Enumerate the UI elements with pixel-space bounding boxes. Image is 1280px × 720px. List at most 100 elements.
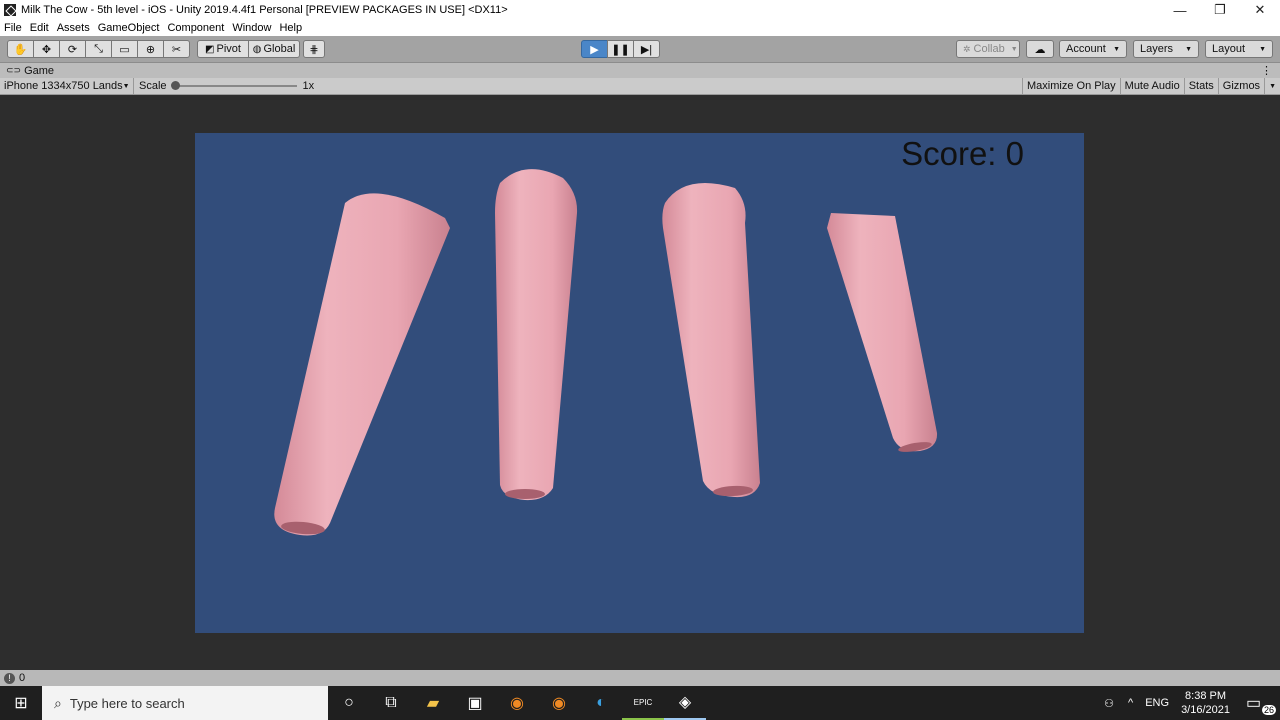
- chevron-down-icon: ▼: [1259, 45, 1266, 53]
- console-count: 0: [19, 672, 26, 684]
- restore-icon[interactable]: ❐: [1200, 0, 1240, 20]
- epic-games-icon[interactable]: EPIC: [622, 686, 664, 720]
- tab-game[interactable]: ⊂⊃ Game: [0, 65, 54, 77]
- game-tab-bar: ⊂⊃ Game ⋮: [0, 62, 1280, 78]
- system-tray: ⚇ ^ ENG 8:38 PM 3/16/2021 ▭ 26: [1104, 689, 1280, 717]
- menu-component[interactable]: Component: [163, 22, 228, 34]
- store-icon[interactable]: ▣: [454, 686, 496, 720]
- layout-dropdown[interactable]: Layout ▼: [1205, 40, 1273, 58]
- search-placeholder: Type here to search: [69, 695, 185, 711]
- menu-edit[interactable]: Edit: [26, 22, 53, 34]
- score-label: Score: 0: [901, 135, 1024, 172]
- console-status-bar: ! 0: [0, 670, 1280, 686]
- menu-window[interactable]: Window: [228, 22, 275, 34]
- layers-dropdown[interactable]: Layers ▼: [1133, 40, 1199, 58]
- clock-date: 3/16/2021: [1181, 704, 1230, 716]
- taskbar-search-box[interactable]: ⌕ Type here to search: [42, 686, 328, 720]
- cow-teat-4[interactable]: [827, 213, 938, 452]
- menu-bar: File Edit Assets GameObject Component Wi…: [0, 20, 1280, 36]
- cow-teat-2-tip: [505, 489, 545, 499]
- move-tool-icon[interactable]: ✥: [33, 40, 60, 58]
- game-view-options: iPhone 1334x750 Lands ▼ Scale 1x Maximiz…: [0, 77, 1280, 95]
- task-view-icon[interactable]: ⧉: [370, 686, 412, 720]
- maximize-on-play-toggle[interactable]: Maximize On Play: [1022, 77, 1120, 95]
- collab-dropdown[interactable]: ✲ Collab ▼: [956, 40, 1020, 58]
- account-label: Account: [1066, 43, 1106, 55]
- minimize-icon[interactable]: —: [1160, 0, 1200, 20]
- tab-menu-icon[interactable]: ⋮: [1261, 64, 1272, 77]
- cloud-icon[interactable]: ☁: [1026, 40, 1054, 58]
- scale-tool-icon[interactable]: ⤡: [85, 40, 112, 58]
- scale-value: 1x: [302, 80, 315, 92]
- menu-help[interactable]: Help: [275, 22, 306, 34]
- cow-teat-1[interactable]: [274, 193, 450, 536]
- game-viewport: Score: 0: [0, 95, 1280, 670]
- snap-settings-icon[interactable]: ⋕: [303, 40, 325, 58]
- windows-start-icon[interactable]: ⊞: [0, 686, 42, 720]
- game-view-toggles: Maximize On Play Mute Audio Stats Gizmos…: [1022, 77, 1280, 95]
- global-label: Global: [263, 43, 296, 55]
- account-dropdown[interactable]: Account ▼: [1059, 40, 1127, 58]
- notifications-icon[interactable]: ▭ 26: [1246, 693, 1276, 715]
- clock[interactable]: 8:38 PM 3/16/2021: [1181, 689, 1230, 717]
- resolution-dropdown[interactable]: iPhone 1334x750 Lands ▼: [0, 77, 134, 95]
- blender-icon[interactable]: ◉: [496, 686, 538, 720]
- mute-audio-toggle[interactable]: Mute Audio: [1119, 77, 1184, 95]
- scale-slider-track: [172, 85, 297, 87]
- gamepad-icon: ⊂⊃: [6, 65, 22, 75]
- step-button[interactable]: ▶|: [633, 40, 660, 58]
- globe-icon: ◍: [252, 43, 262, 55]
- unity-app-icon: [4, 4, 16, 16]
- menu-gameobject[interactable]: GameObject: [94, 22, 164, 34]
- chevron-down-icon: ▼: [1185, 45, 1192, 53]
- resolution-label: iPhone 1334x750 Lands: [4, 80, 123, 92]
- hand-tool-icon[interactable]: ✋: [7, 40, 34, 58]
- window-titlebar: Milk The Cow - 5th level - iOS - Unity 2…: [0, 0, 1280, 20]
- game-canvas[interactable]: Score: 0: [195, 133, 1084, 633]
- menu-file[interactable]: File: [0, 22, 26, 34]
- collab-label: Collab: [973, 43, 1005, 55]
- transform-tool-icon[interactable]: ⊕: [137, 40, 164, 58]
- scale-slider[interactable]: [170, 80, 297, 92]
- windows-taskbar: ⊞ ⌕ Type here to search ○ ⧉ ▰ ▣ ◉ ◉ ◐ EP…: [0, 686, 1280, 720]
- scale-slider-thumb[interactable]: [170, 81, 180, 90]
- people-icon[interactable]: ⚇: [1104, 697, 1114, 710]
- blender-2-icon[interactable]: ◉: [538, 686, 580, 720]
- play-button[interactable]: ▶: [581, 40, 608, 58]
- chevron-down-icon: ▼: [1113, 45, 1120, 53]
- cortana-icon[interactable]: ○: [328, 686, 370, 720]
- global-button[interactable]: ◍ Global: [248, 40, 300, 58]
- layout-label: Layout: [1212, 43, 1246, 55]
- edge-icon[interactable]: ◐: [580, 686, 622, 720]
- file-explorer-icon[interactable]: ▰: [412, 686, 454, 720]
- stats-toggle[interactable]: Stats: [1183, 77, 1218, 95]
- window-title: Milk The Cow - 5th level - iOS - Unity 2…: [21, 4, 508, 16]
- close-icon[interactable]: ✕: [1240, 0, 1280, 20]
- language-indicator[interactable]: ENG: [1145, 697, 1169, 709]
- menu-assets[interactable]: Assets: [53, 22, 94, 34]
- custom-tool-icon[interactable]: ✂: [163, 40, 190, 58]
- layers-label: Layers: [1140, 43, 1174, 55]
- pivot-button[interactable]: ◩ Pivot: [197, 40, 249, 58]
- gizmos-toggle[interactable]: Gizmos: [1217, 77, 1264, 95]
- cow-teat-2[interactable]: [495, 169, 578, 501]
- rect-tool-icon[interactable]: ▭: [111, 40, 138, 58]
- main-toolbar: ✋ ✥ ⟳ ⤡ ▭ ⊕ ✂ ◩ Pivot ◍ Global ⋕ ▶ ❚❚ ▶|…: [0, 36, 1280, 62]
- gizmos-chevron-down-icon[interactable]: ▼: [1264, 77, 1280, 95]
- chevron-down-icon: ▼: [1010, 45, 1018, 53]
- transform-tools: ✋ ✥ ⟳ ⤡ ▭ ⊕ ✂: [7, 40, 190, 58]
- pause-button[interactable]: ❚❚: [607, 40, 634, 58]
- cow-teat-3[interactable]: [662, 183, 760, 498]
- unity-taskbar-icon[interactable]: ◈: [664, 686, 706, 720]
- rotate-tool-icon[interactable]: ⟳: [59, 40, 86, 58]
- pivot-icon: ◩: [205, 43, 215, 55]
- collab-icon: ✲: [963, 43, 971, 54]
- clock-time: 8:38 PM: [1185, 690, 1227, 702]
- playback-controls: ▶ ❚❚ ▶|: [581, 40, 660, 58]
- tab-game-label: Game: [24, 64, 55, 77]
- search-icon: ⌕: [54, 694, 62, 711]
- notification-count: 26: [1261, 705, 1276, 715]
- scale-label: Scale: [139, 80, 167, 92]
- pivot-label: Pivot: [216, 43, 241, 55]
- tray-chevron-up-icon[interactable]: ^: [1128, 697, 1133, 709]
